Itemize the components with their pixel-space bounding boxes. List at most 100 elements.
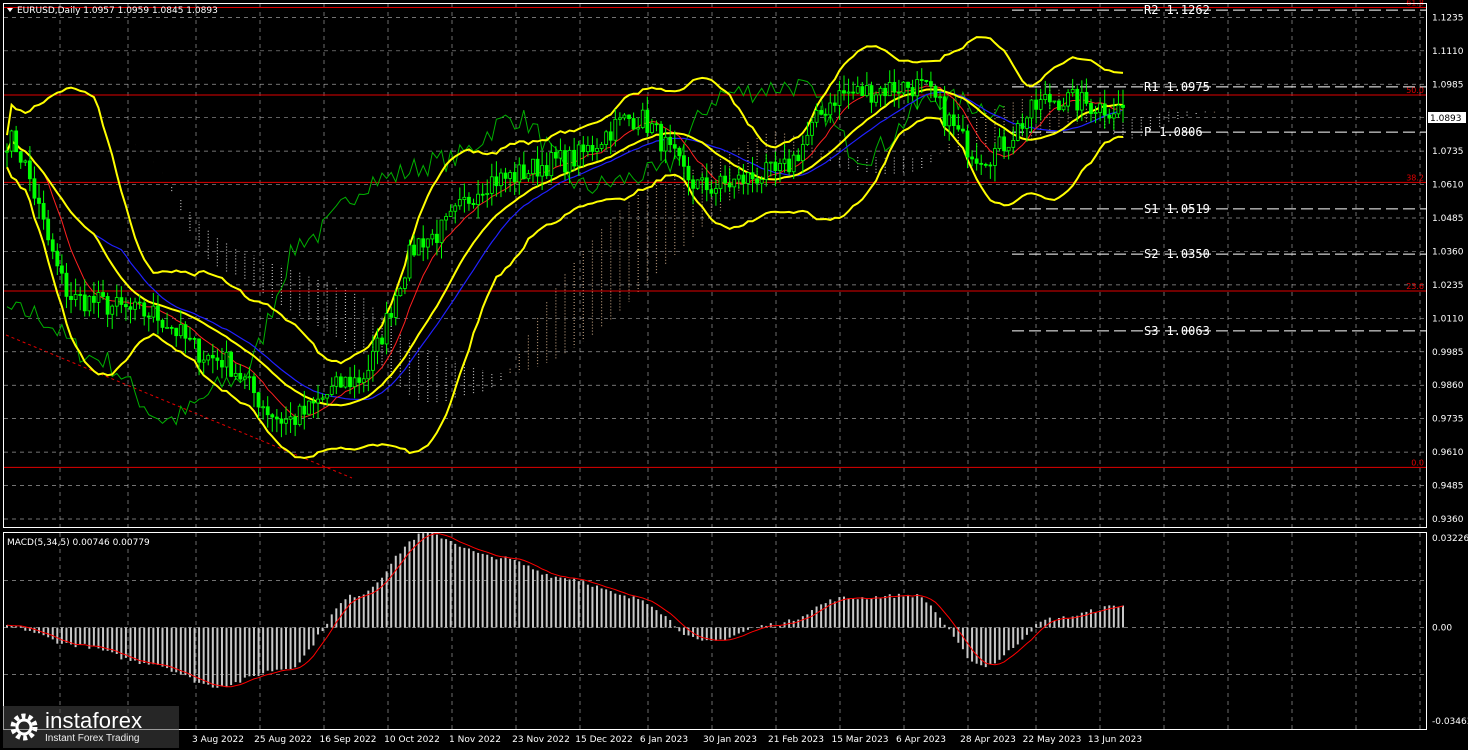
candle-body <box>540 165 545 177</box>
candle-body <box>201 359 206 363</box>
candle-body <box>572 149 577 167</box>
candle-body <box>608 131 613 141</box>
candle-body <box>412 244 416 256</box>
pivot-value: 1.0806 <box>1159 125 1202 139</box>
candle-body <box>188 337 192 340</box>
candle-body <box>265 406 270 416</box>
candle-body <box>55 250 60 267</box>
candle-body <box>1098 103 1103 113</box>
candle-body <box>723 175 727 184</box>
candle-body <box>1070 89 1075 94</box>
candle-body <box>137 301 142 304</box>
candle-body <box>714 188 718 194</box>
candle-body <box>755 178 759 184</box>
candle-body <box>1038 99 1043 110</box>
candle-body <box>435 233 439 243</box>
candle-body <box>531 158 535 174</box>
candle-body <box>174 327 179 337</box>
candle-body <box>951 114 956 126</box>
candle-body <box>489 176 494 194</box>
candle-body <box>1075 89 1080 111</box>
candle-body <box>233 372 238 377</box>
candle-body <box>18 151 23 163</box>
candle-body <box>1116 104 1121 115</box>
candle-body <box>69 295 73 300</box>
candle-body <box>1034 99 1038 110</box>
date-tick-label: 22 May 2023 <box>1023 735 1082 745</box>
candle-body <box>677 147 682 157</box>
candle-body <box>343 376 348 388</box>
price-tick-label: 1.0360 <box>1432 247 1464 257</box>
candle-body <box>645 109 650 133</box>
candle-body <box>878 87 883 96</box>
candle-body <box>1020 123 1025 129</box>
candle-body <box>444 216 448 221</box>
candle-body <box>979 162 984 165</box>
candle-body <box>78 294 83 296</box>
candle-body <box>403 277 407 289</box>
candle-body <box>1066 92 1071 107</box>
candle-body <box>380 337 384 345</box>
candle-body <box>576 144 581 167</box>
candle-body <box>329 385 334 395</box>
pivot-value: 1.0350 <box>1166 247 1209 261</box>
candle-body <box>974 158 979 164</box>
candle-body <box>462 196 467 200</box>
candle-body <box>165 326 169 329</box>
candle-body <box>1102 103 1107 116</box>
candle-body <box>805 134 810 145</box>
candle-body <box>178 324 183 337</box>
candle-body <box>636 127 641 130</box>
candle-body <box>929 81 933 87</box>
candle-body <box>311 400 316 404</box>
candle-body <box>851 91 856 94</box>
candle-body <box>467 196 471 204</box>
candle-body <box>421 238 426 248</box>
candle-body <box>1107 114 1112 119</box>
candle-body <box>1025 117 1029 129</box>
price-tick-label: 0.9735 <box>1432 415 1464 425</box>
candle-body <box>563 150 567 173</box>
candle-body <box>9 130 14 152</box>
candle-body <box>1006 146 1011 152</box>
candle-body <box>407 244 412 279</box>
date-tick-label: 30 Jan 2023 <box>703 735 757 745</box>
candle-body <box>599 144 604 149</box>
candle-body <box>334 376 339 387</box>
candle-body <box>1111 113 1116 119</box>
pivot-label: S2 1.0350 <box>1144 247 1210 261</box>
candle-body <box>238 372 243 380</box>
candle-body <box>156 305 160 321</box>
fib-level-label: 23.6 <box>1406 282 1424 291</box>
candle-body <box>192 338 197 340</box>
candle-body <box>1015 123 1020 141</box>
pivot-name: S2 <box>1144 247 1158 261</box>
candle-body <box>73 294 78 300</box>
fib-level-label: 0.0 <box>1411 458 1424 467</box>
date-tick-label: 6 Jan 2023 <box>640 735 688 745</box>
candle-body <box>1002 136 1006 152</box>
pivot-label: S1 1.0519 <box>1144 202 1210 216</box>
candle-body <box>686 165 691 181</box>
price-tick-label: 1.0485 <box>1432 214 1464 224</box>
candle-body <box>741 174 746 184</box>
candle-body <box>206 354 211 361</box>
candle-body <box>375 337 380 352</box>
candle-body <box>709 189 714 194</box>
pivot-value: 1.0975 <box>1166 80 1209 94</box>
candle-body <box>453 205 458 212</box>
candle-body <box>279 418 284 424</box>
candle-body <box>124 304 128 308</box>
candle-body <box>87 295 92 312</box>
candle-body <box>247 376 252 379</box>
candle-body <box>860 86 865 96</box>
candle-body <box>631 118 636 130</box>
candle-body <box>1047 94 1052 103</box>
candle-body <box>924 79 929 82</box>
date-tick-label: 3 Aug 2022 <box>192 735 244 745</box>
candle-body <box>389 313 394 318</box>
candle-body <box>27 160 32 180</box>
candle-body <box>96 292 101 303</box>
candle-body <box>659 123 663 152</box>
candle-body <box>288 416 293 420</box>
